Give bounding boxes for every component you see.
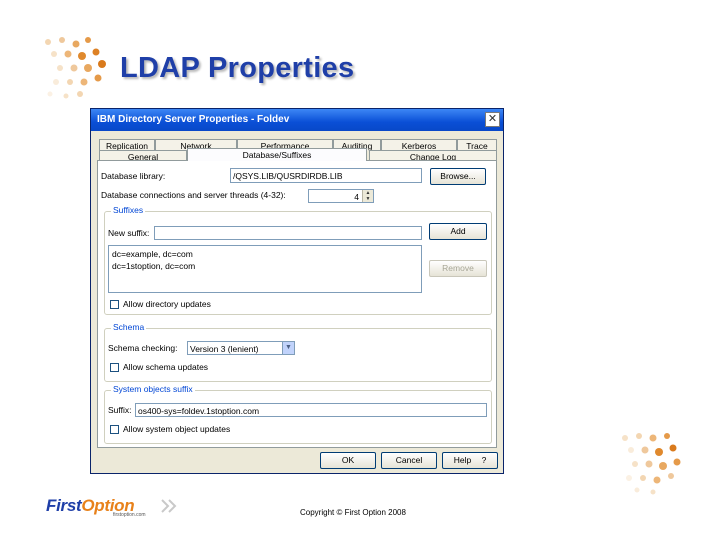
help-button[interactable]: Help ? <box>442 452 498 469</box>
decorative-dots-top-left <box>40 34 120 104</box>
slide-title: LDAP Properties <box>120 52 355 84</box>
dialog-titlebar[interactable]: IBM Directory Server Properties - Foldev… <box>91 109 503 131</box>
schema-checking-select[interactable]: Version 3 (lenient) ▼ <box>187 341 295 355</box>
spinner-arrows-icon[interactable]: ▲ ▼ <box>362 190 373 202</box>
schema-checking-label: Schema checking: <box>108 343 178 353</box>
suffixes-group-label: Suffixes <box>111 205 146 215</box>
chevron-down-icon[interactable]: ▼ <box>282 342 294 354</box>
tab-database-suffixes[interactable]: Database/Suffixes <box>187 148 367 161</box>
allow-system-object-updates-checkbox[interactable] <box>110 425 119 434</box>
add-button[interactable]: Add <box>429 223 487 240</box>
new-suffix-input[interactable] <box>154 226 422 240</box>
schema-group: Schema Schema checking: Version 3 (lenie… <box>104 322 492 382</box>
database-library-input[interactable]: /QSYS.LIB/QUSRDIRDB.LIB <box>230 168 422 183</box>
system-suffix-input[interactable]: os400-sys=foldev.1stoption.com <box>135 403 487 417</box>
help-icon: ? <box>481 455 487 465</box>
dialog-title: IBM Directory Server Properties - Foldev <box>97 114 290 125</box>
help-label: Help <box>453 455 472 465</box>
system-objects-group-label: System objects suffix <box>111 384 195 394</box>
allow-directory-updates-label: Allow directory updates <box>123 299 211 309</box>
suffix-label: Suffix: <box>108 405 132 415</box>
cancel-button[interactable]: Cancel <box>381 452 437 469</box>
connections-spinner[interactable]: 4 ▲ ▼ <box>308 189 374 203</box>
suffix-list[interactable]: dc=example, dc=com dc=1stoption, dc=com <box>108 245 422 293</box>
copyright-text: Copyright © First Option 2008 <box>300 508 406 517</box>
suffixes-group: Suffixes New suffix: Add dc=example, dc=… <box>104 205 492 315</box>
properties-dialog: IBM Directory Server Properties - Foldev… <box>90 108 504 474</box>
tab-label: Database/Suffixes <box>242 150 312 160</box>
allow-schema-updates-label: Allow schema updates <box>123 362 209 372</box>
decorative-dots-bottom-right <box>615 428 695 498</box>
list-item[interactable]: dc=1stoption, dc=com <box>112 260 418 272</box>
browse-button[interactable]: Browse... <box>430 168 486 185</box>
ok-button[interactable]: OK <box>320 452 376 469</box>
connections-value: 4 <box>354 192 359 202</box>
logo-first: First <box>46 496 82 515</box>
chevron-right-icon <box>160 498 182 519</box>
database-library-label: Database library: <box>101 171 166 181</box>
schema-checking-value: Version 3 (lenient) <box>190 344 259 354</box>
schema-group-label: Schema <box>111 322 147 332</box>
logo-subtext: firstoption.com <box>113 512 146 518</box>
connections-label: Database connections and server threads … <box>101 190 286 200</box>
allow-system-object-updates-label: Allow system object updates <box>123 424 231 434</box>
list-item[interactable]: dc=example, dc=com <box>112 248 418 260</box>
remove-button[interactable]: Remove <box>429 260 487 277</box>
allow-directory-updates-checkbox[interactable] <box>110 300 119 309</box>
close-icon[interactable]: ✕ <box>485 112 500 127</box>
tab-panel: Database library: /QSYS.LIB/QUSRDIRDB.LI… <box>97 160 497 448</box>
system-objects-group: System objects suffix Suffix: os400-sys=… <box>104 384 492 444</box>
new-suffix-label: New suffix: <box>108 228 150 238</box>
allow-schema-updates-checkbox[interactable] <box>110 363 119 372</box>
